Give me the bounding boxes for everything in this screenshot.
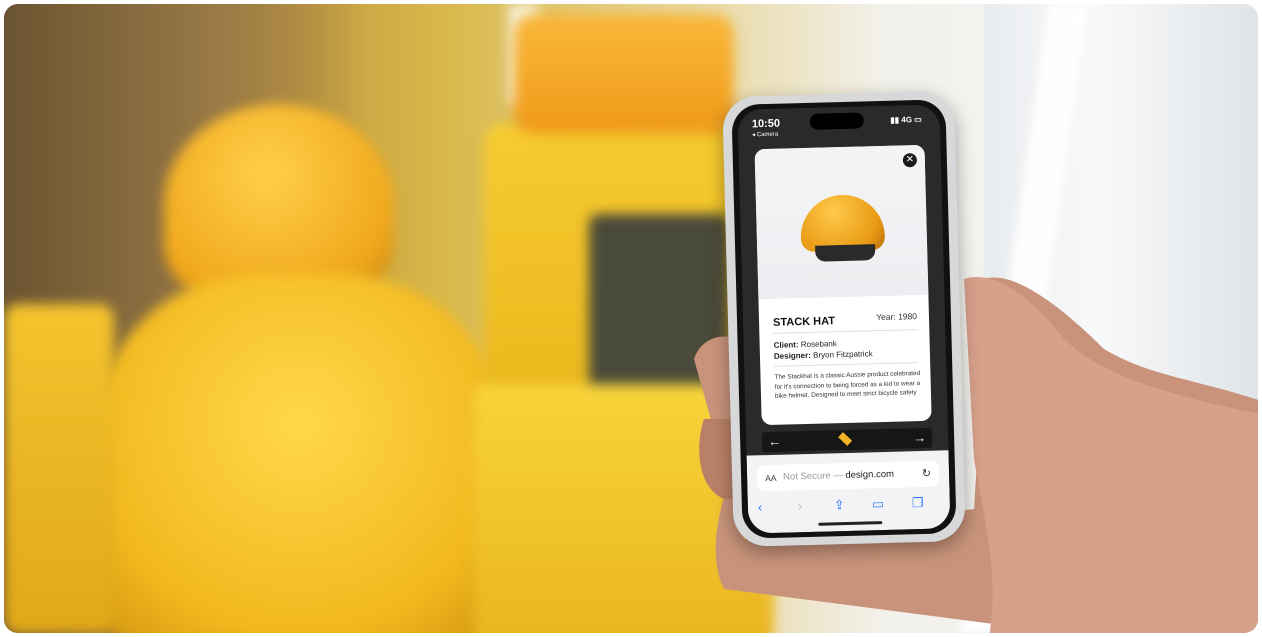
- back-to-camera-link[interactable]: ◂ Camera: [752, 131, 778, 139]
- diamond-logo-icon: [838, 432, 853, 446]
- client-label: Client:: [773, 340, 799, 350]
- next-arrow-icon[interactable]: →: [913, 430, 926, 445]
- designer-label: Designer:: [773, 350, 811, 361]
- tabs-icon[interactable]: ❐: [912, 495, 924, 511]
- home-indicator: [818, 521, 883, 526]
- phone-bezel: 10:50 ◂ Camera ▮▮ 4G ▭ ✕ STACK HAT Year:…: [731, 99, 957, 539]
- designer-line: Designer: Bryon Fitzpatrick: [774, 349, 873, 361]
- reload-icon[interactable]: ↻: [922, 467, 932, 480]
- client-line: Client: Rosebank: [774, 339, 837, 350]
- browser-toolbar: ‹ › ⇪ ▭ ❐: [756, 495, 942, 520]
- not-secure-label: Not Secure —: [782, 470, 846, 483]
- helmet-strap: [815, 244, 876, 262]
- network-indicator: ▮▮ 4G ▭: [890, 114, 922, 125]
- phone-screen: 10:50 ◂ Camera ▮▮ 4G ▭ ✕ STACK HAT Year:…: [737, 104, 951, 534]
- smartphone: 10:50 ◂ Camera ▮▮ 4G ▭ ✕ STACK HAT Year:…: [722, 91, 966, 547]
- client-value: Rosebank: [800, 339, 837, 350]
- photo-frame: 10:50 ◂ Camera ▮▮ 4G ▭ ✕ STACK HAT Year:…: [4, 4, 1258, 633]
- yellow-vase-blur: [99, 274, 499, 633]
- status-time: 10:50: [751, 117, 781, 131]
- designer-value: Bryon Fitzpatrick: [812, 349, 873, 360]
- product-description: The Stackhat is a classic Aussie product…: [774, 370, 921, 400]
- forward-icon[interactable]: ›: [798, 498, 803, 513]
- divider: [773, 329, 918, 334]
- divider: [774, 362, 919, 367]
- yellow-left-blur: [4, 304, 114, 633]
- card-navigation: ← →: [761, 427, 933, 453]
- dynamic-island: [809, 112, 865, 130]
- share-icon[interactable]: ⇪: [834, 497, 845, 513]
- url-text: Not Secure — design.com: [783, 469, 894, 483]
- product-title: STACK HAT: [772, 315, 836, 329]
- address-bar[interactable]: AA Not Secure — design.com ↻: [756, 460, 940, 492]
- yellow-top-blur: [514, 14, 734, 134]
- status-bar: 10:50 ◂ Camera ▮▮ 4G ▭: [737, 104, 940, 145]
- bookmarks-icon[interactable]: ▭: [872, 496, 885, 512]
- browser-bar: AA Not Secure — design.com ↻ ‹ › ⇪ ▭ ❐: [746, 450, 951, 534]
- previous-arrow-icon[interactable]: ←: [768, 434, 781, 449]
- product-card: ✕ STACK HAT Year: 1980 Client: Rosebank …: [754, 144, 932, 426]
- url-host: design.com: [845, 468, 895, 482]
- back-icon[interactable]: ‹: [758, 499, 763, 514]
- product-image: [754, 144, 929, 300]
- text-size-button[interactable]: AA: [765, 473, 777, 483]
- network-label: 4G: [901, 115, 913, 125]
- product-year: Year: 1980: [876, 311, 918, 323]
